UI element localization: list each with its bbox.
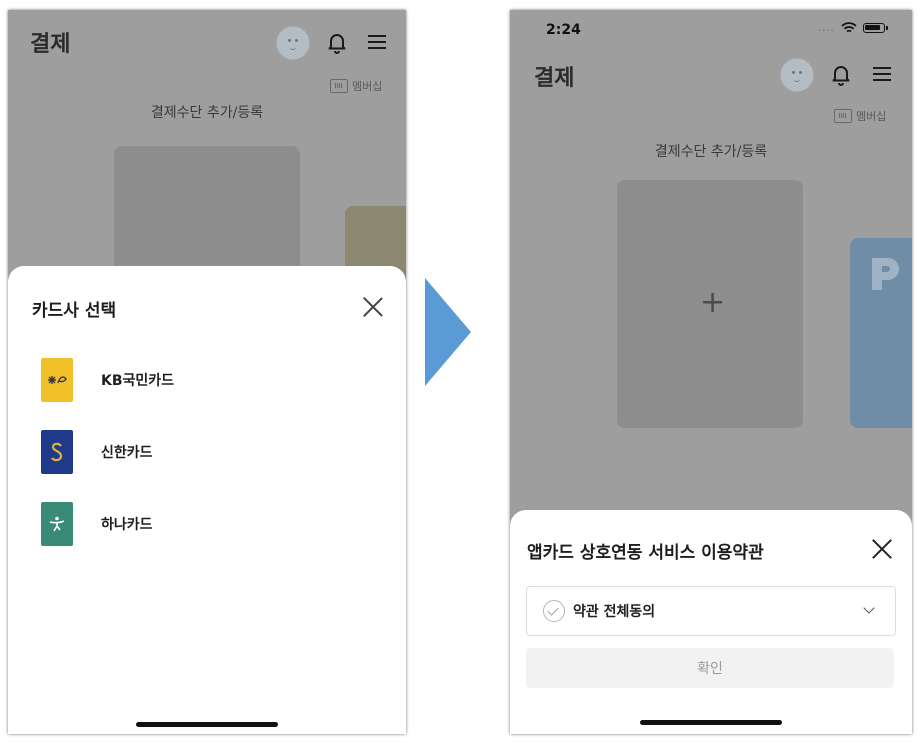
phone-screen-right: 2:24 .... 결제 멤버십 결제수단 추가/등록 + 앱카드 상호연동 서…: [510, 10, 912, 734]
signal-dots: ....: [818, 22, 835, 34]
barcode-icon: [330, 79, 348, 93]
bell-icon[interactable]: [325, 30, 349, 54]
card-company-name: 신한카드: [101, 445, 153, 461]
wifi-icon: [841, 22, 857, 33]
list-item-kb[interactable]: KB국민카드: [41, 358, 174, 402]
agree-all-label: 약관 전체동의: [573, 604, 656, 620]
home-indicator: [640, 720, 782, 725]
list-item-hana[interactable]: 하나카드: [41, 502, 153, 546]
bell-icon[interactable]: [829, 62, 853, 86]
agree-all-dropdown[interactable]: 약관 전체동의: [526, 586, 896, 636]
barcode-icon: [834, 109, 852, 123]
status-icons: ....: [818, 22, 888, 34]
hamburger-icon[interactable]: [870, 62, 894, 86]
membership-label: 멤버십: [856, 110, 887, 123]
hamburger-icon[interactable]: [365, 30, 389, 54]
close-icon[interactable]: [871, 538, 893, 560]
page-title: 결제: [30, 32, 71, 57]
partner-card[interactable]: [850, 238, 912, 428]
plus-icon: +: [700, 285, 726, 320]
shinhan-logo: [41, 430, 73, 474]
bottom-sheet-terms: 앱카드 상호연동 서비스 이용약관 약관 전체동의 확인: [510, 510, 912, 734]
card-company-name: 하나카드: [101, 517, 153, 533]
avatar-icon[interactable]: [276, 26, 310, 60]
add-card-slot[interactable]: +: [617, 180, 803, 428]
hana-logo: [41, 502, 73, 546]
page-title: 결제: [534, 66, 575, 91]
sheet-title: 카드사 선택: [32, 301, 117, 321]
card-company-name: KB국민카드: [101, 373, 175, 389]
section-title: 결제수단 추가/등록: [150, 105, 264, 121]
bottom-sheet-card-select: 카드사 선택 KB국민카드 신한카드 하나카드: [8, 266, 406, 734]
battery-icon: [862, 23, 888, 33]
list-item-shinhan[interactable]: 신한카드: [41, 430, 153, 474]
check-circle-icon[interactable]: [543, 600, 565, 622]
close-icon[interactable]: [362, 296, 384, 318]
membership-button[interactable]: 멤버십: [330, 78, 382, 94]
membership-label: 멤버십: [352, 80, 383, 93]
partner-logo-icon: [872, 258, 899, 290]
phone-screen-left: 결제 멤버십 결제수단 추가/등록 카드사 선택 KB국민카드 신한카드 하나카…: [8, 10, 406, 734]
transition-arrow: [425, 278, 471, 386]
kb-logo: [41, 358, 73, 402]
avatar-icon[interactable]: [780, 58, 814, 92]
section-title: 결제수단 추가/등록: [654, 144, 768, 160]
membership-button[interactable]: 멤버십: [834, 108, 886, 124]
confirm-button[interactable]: 확인: [526, 648, 894, 688]
chevron-down-icon[interactable]: [863, 602, 875, 614]
sheet-title: 앱카드 상호연동 서비스 이용약관: [527, 543, 764, 563]
status-time: 2:24: [546, 22, 581, 38]
home-indicator: [136, 722, 278, 727]
